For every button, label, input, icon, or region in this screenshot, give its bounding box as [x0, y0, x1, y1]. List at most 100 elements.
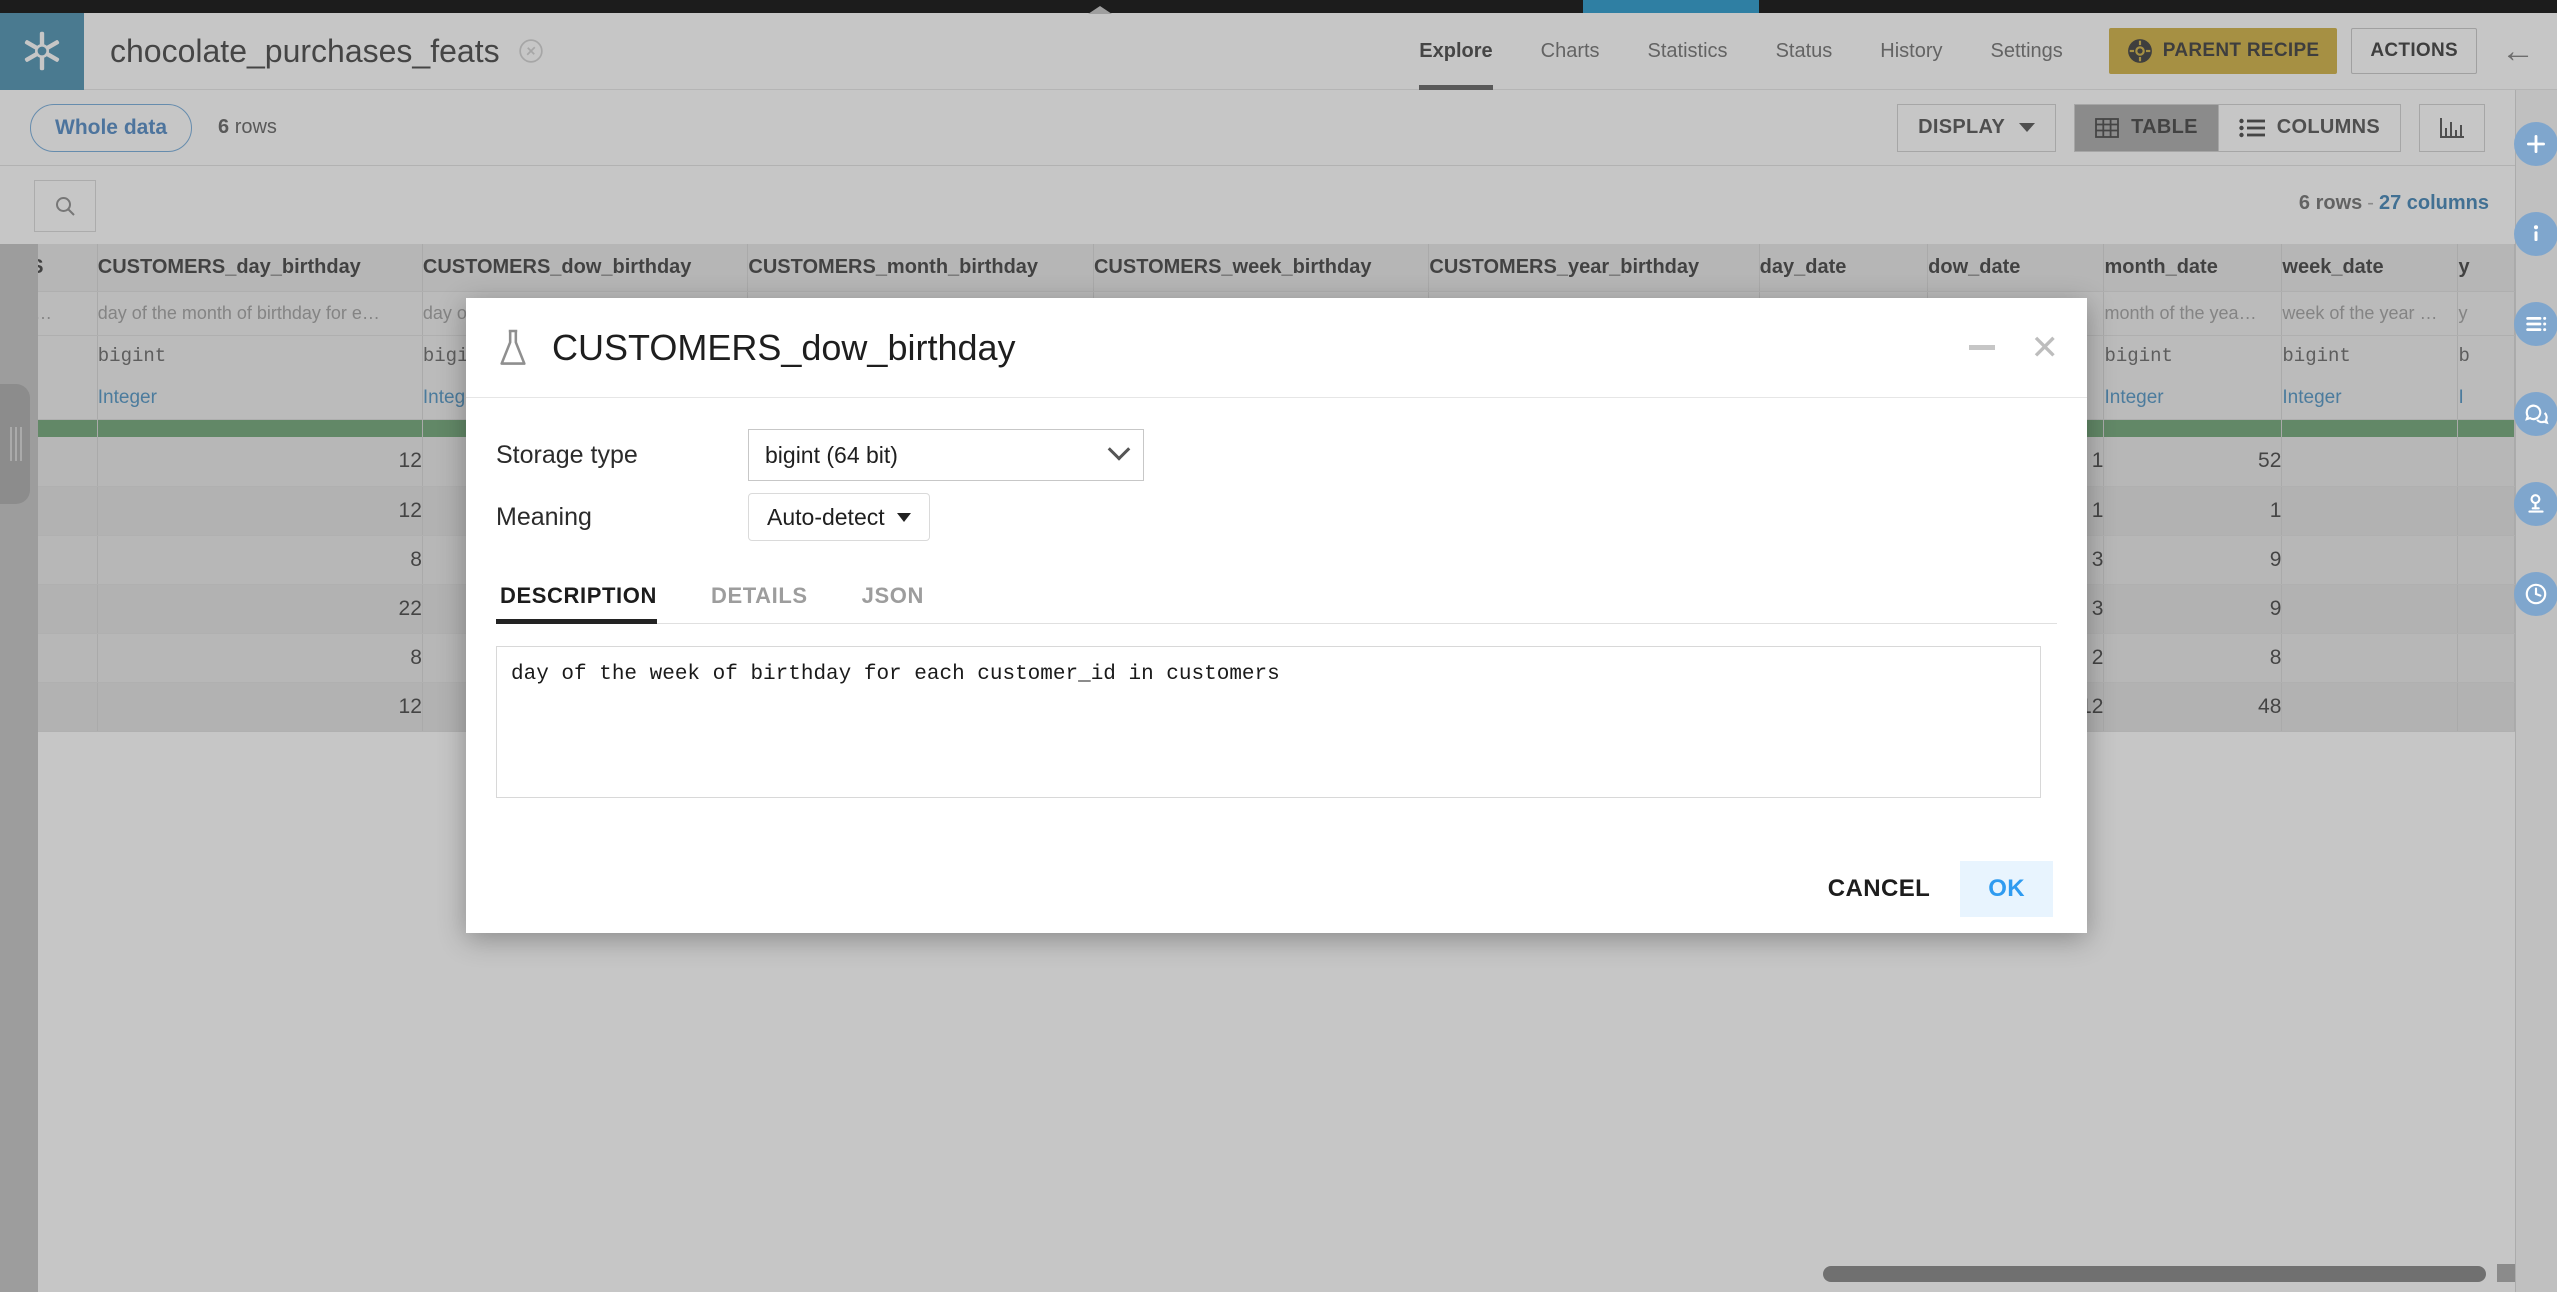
column-meaning[interactable]: Integer: [2104, 377, 2282, 419]
description-textarea[interactable]: [496, 646, 2041, 798]
storage-type-select[interactable]: bigint (64 bit): [748, 429, 1144, 481]
row-column-count: 6 rows-27 columns: [2299, 192, 2489, 215]
add-button[interactable]: [2514, 122, 2557, 166]
column-header-week_date[interactable]: week_date: [2282, 244, 2458, 291]
chevron-down-icon: [2019, 123, 2035, 132]
nav-item-history[interactable]: History: [1856, 13, 1966, 90]
nav-item-explore[interactable]: Explore: [1395, 13, 1516, 90]
table-cell[interactable]: 8: [2104, 633, 2282, 682]
grid-resize-handle[interactable]: [0, 384, 30, 504]
column-storage-type: b: [2458, 335, 2515, 377]
column-header-CUSTOMERS_dow_birthday[interactable]: CUSTOMERS_dow_birthday: [422, 244, 748, 291]
table-cell[interactable]: [2282, 437, 2458, 486]
table-cell[interactable]: 12: [97, 486, 422, 535]
product-logo[interactable]: [0, 13, 84, 90]
table-cell[interactable]: 8: [97, 633, 422, 682]
modal-window-tools: ✕: [1969, 331, 2060, 365]
minimize-icon[interactable]: [1969, 345, 1995, 350]
actions-button[interactable]: ACTIONS: [2351, 28, 2477, 74]
table-cell[interactable]: 22: [97, 584, 422, 633]
column-meaning[interactable]: Integer: [2282, 377, 2458, 419]
parent-recipe-label: PARENT RECIPE: [2163, 40, 2320, 62]
table-cell[interactable]: [2282, 682, 2458, 731]
table-cell[interactable]: 9: [2104, 535, 2282, 584]
meaning-dropdown[interactable]: Auto-detect: [748, 493, 930, 541]
nav-label-statistics: Statistics: [1648, 40, 1728, 63]
columns-view-button[interactable]: COLUMNS: [2218, 104, 2401, 152]
table-cell[interactable]: 9: [2104, 584, 2282, 633]
search-input[interactable]: [34, 180, 96, 232]
lab-button[interactable]: [2514, 482, 2557, 526]
column-header-CUSTOMERS_year_birthday[interactable]: CUSTOMERS_year_birthday: [1429, 244, 1759, 291]
count-separator: -: [2367, 192, 2374, 214]
ok-button[interactable]: OK: [1960, 861, 2053, 917]
table-cell[interactable]: 12: [97, 682, 422, 731]
cancel-button[interactable]: CANCEL: [1804, 861, 1954, 917]
tab-description-label: DESCRIPTION: [500, 583, 657, 608]
nav-item-statistics[interactable]: Statistics: [1624, 13, 1752, 90]
whole-data-chip[interactable]: Whole data: [30, 104, 192, 152]
nav-item-charts[interactable]: Charts: [1517, 13, 1624, 90]
table-cell[interactable]: [2458, 682, 2515, 731]
schema-button[interactable]: [2514, 302, 2557, 346]
column-header-S[interactable]: S: [30, 244, 98, 291]
column-header-CUSTOMERS_month_birthday[interactable]: CUSTOMERS_month_birthday: [748, 244, 1094, 291]
column-header-day_date[interactable]: day_date: [1759, 244, 1928, 291]
column-description: week of the year …: [2282, 291, 2458, 335]
table-cell[interactable]: [30, 584, 98, 633]
column-meaning[interactable]: I: [2458, 377, 2515, 419]
table-cell[interactable]: [2282, 535, 2458, 584]
table-cell[interactable]: [30, 682, 98, 731]
tab-details[interactable]: DETAILS: [711, 583, 834, 623]
rows-count-text: 6 rows: [2299, 192, 2362, 214]
horizontal-scrollbar[interactable]: [1823, 1266, 2486, 1282]
table-cell[interactable]: [2282, 584, 2458, 633]
close-icon[interactable]: ✕: [2031, 331, 2060, 365]
table-cell[interactable]: 1: [2104, 486, 2282, 535]
caret-down-icon: [897, 513, 911, 522]
table-cell[interactable]: [2458, 437, 2515, 486]
column-header-month_date[interactable]: month_date: [2104, 244, 2282, 291]
table-cell[interactable]: [30, 633, 98, 682]
table-cell[interactable]: [2282, 486, 2458, 535]
clock-icon: [2523, 581, 2549, 607]
table-cell[interactable]: 8: [97, 535, 422, 584]
table-cell[interactable]: [2458, 486, 2515, 535]
table-cell[interactable]: 48: [2104, 682, 2282, 731]
search-icon: [53, 194, 77, 218]
table-cell[interactable]: [2458, 633, 2515, 682]
table-cell[interactable]: 12: [97, 437, 422, 486]
table-cell[interactable]: [2458, 535, 2515, 584]
table-cell[interactable]: 52: [2104, 437, 2282, 486]
chart-toggle-button[interactable]: [2419, 104, 2485, 152]
nav-item-settings[interactable]: Settings: [1967, 13, 2087, 90]
display-button[interactable]: DISPLAY: [1897, 104, 2056, 152]
discussions-button[interactable]: [2514, 392, 2557, 436]
details-button[interactable]: [2514, 212, 2557, 256]
column-header-dow_date[interactable]: dow_date: [1928, 244, 2104, 291]
column-meaning[interactable]: [30, 377, 98, 419]
tab-description[interactable]: DESCRIPTION: [496, 583, 683, 623]
column-storage-type: bigint: [2282, 335, 2458, 377]
column-settings-modal: CUSTOMERS_dow_birthday ✕ Storage type bi…: [466, 298, 2087, 933]
column-header-y[interactable]: y: [2458, 244, 2515, 291]
column-meaning[interactable]: Integer: [97, 377, 422, 419]
table-view-button[interactable]: TABLE: [2074, 104, 2218, 152]
table-cell[interactable]: [30, 437, 98, 486]
table-cell[interactable]: [2282, 633, 2458, 682]
discussions-icon: [2523, 401, 2549, 427]
columns-count-text[interactable]: 27 columns: [2379, 192, 2489, 214]
history-button[interactable]: [2514, 572, 2557, 616]
table-cell[interactable]: [30, 486, 98, 535]
tab-json[interactable]: JSON: [862, 583, 950, 623]
column-storage-type: bigint: [2104, 335, 2282, 377]
column-header-CUSTOMERS_week_birthday[interactable]: CUSTOMERS_week_birthday: [1093, 244, 1428, 291]
chevron-down-icon: [1108, 438, 1131, 461]
parent-recipe-button[interactable]: PARENT RECIPE: [2109, 28, 2338, 74]
nav-item-status[interactable]: Status: [1752, 13, 1857, 90]
table-cell[interactable]: [30, 535, 98, 584]
column-header-CUSTOMERS_day_birthday[interactable]: CUSTOMERS_day_birthday: [97, 244, 422, 291]
table-cell[interactable]: [2458, 584, 2515, 633]
back-arrow-icon[interactable]: ←: [2501, 34, 2535, 68]
columns-label: COLUMNS: [2277, 116, 2380, 139]
